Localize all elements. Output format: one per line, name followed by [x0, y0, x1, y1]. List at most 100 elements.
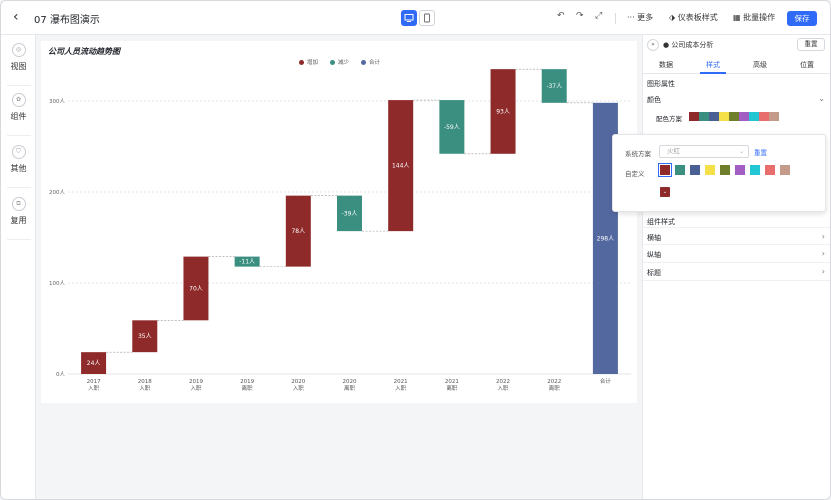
- custom-swatch-7[interactable]: [750, 165, 760, 175]
- desktop-view-button[interactable]: [401, 10, 417, 26]
- x-tick-label: 2020: [343, 379, 357, 385]
- scheme-swatch: [729, 112, 739, 121]
- undo-icon[interactable]: ↶: [557, 11, 565, 21]
- scheme-label: 配色方案: [656, 115, 682, 123]
- data-label: -59人: [444, 124, 460, 131]
- row-label: 标题: [647, 269, 661, 277]
- rail-item-view[interactable]: ◎ 视图: [1, 43, 36, 72]
- scheme-reset-link[interactable]: 重置: [754, 147, 767, 157]
- data-label: 298人: [597, 235, 614, 242]
- view-icon: ◎: [11, 43, 26, 57]
- x-tick-label: 2021: [394, 379, 408, 385]
- back-arrow-icon[interactable]: ‹: [13, 10, 27, 24]
- legend-swatch: [299, 60, 304, 65]
- desktop-icon: [404, 14, 414, 22]
- more-button[interactable]: ··· 更多: [627, 12, 653, 23]
- reuse-icon: ⧉: [11, 197, 26, 211]
- rail-item-component[interactable]: ✿ 组件: [1, 93, 36, 122]
- x-tick-sublabel: 离职: [446, 384, 458, 392]
- legend-item-decrease[interactable]: 减少: [330, 58, 349, 66]
- component-icon: ✿: [11, 93, 26, 107]
- x-tick-sublabel: 离职: [242, 384, 254, 392]
- chevron-right-icon: ›: [821, 232, 825, 241]
- custom-swatch-5[interactable]: [720, 165, 730, 175]
- y-tick-label: 100人: [49, 280, 65, 287]
- x-tick-sublabel: 入职: [293, 385, 305, 392]
- chevron-right-icon: ›: [821, 249, 825, 258]
- x-tick-sublabel: 离职: [549, 384, 561, 392]
- scheme-swatch: [709, 112, 719, 121]
- toolbar-divider: [615, 13, 616, 24]
- data-label: 24人: [87, 360, 101, 367]
- data-label: 78人: [291, 228, 305, 235]
- rail-item-label: 其他: [10, 164, 27, 173]
- panel-reset-button[interactable]: 重置: [797, 38, 825, 51]
- tab-advanced[interactable]: 高级: [740, 60, 780, 70]
- chart-widget[interactable]: 0人 100人 200人 300人 24人 2017 入职 35人 2018 入职 70人 2019 入…: [41, 41, 637, 403]
- data-label: -39人: [342, 210, 358, 217]
- custom-swatch-1[interactable]: [658, 163, 672, 177]
- property-panel: » ● 公司成本分析 重置 数据 样式 高级 位置 图形属性 颜色 ⌄ 配色方案…: [642, 35, 830, 499]
- row-x-axis[interactable]: 横轴 ›: [643, 227, 830, 245]
- save-button[interactable]: 保存: [787, 11, 817, 26]
- panel-title-text: 公司成本分析: [671, 41, 714, 49]
- x-tick-label: 2017: [87, 379, 101, 385]
- custom-swatch-3[interactable]: [690, 165, 700, 175]
- collapse-panel-icon[interactable]: »: [647, 39, 659, 51]
- data-label: 93人: [496, 108, 510, 115]
- color-scheme-preview[interactable]: [689, 112, 779, 121]
- legend-label: 减少: [338, 60, 350, 66]
- rail-item-label: 组件: [10, 112, 27, 121]
- data-label: 70人: [189, 285, 203, 292]
- x-tick-sublabel: 入职: [139, 385, 151, 392]
- x-tick-sublabel: 入职: [190, 385, 202, 392]
- legend-item-total[interactable]: 合计: [361, 58, 380, 66]
- legend-swatch: [361, 60, 366, 65]
- row-y-axis[interactable]: 纵轴 ›: [643, 245, 830, 263]
- legend-item-increase[interactable]: 增加: [299, 58, 318, 66]
- waterfall-chart: 0人100人200人300人24人2017入职35人2018入职70人2019入…: [49, 68, 631, 392]
- tab-style[interactable]: 样式: [693, 60, 733, 70]
- fullscreen-icon[interactable]: ⤢: [595, 11, 602, 21]
- custom-swatch-9[interactable]: [780, 165, 790, 175]
- x-tick-sublabel: 入职: [498, 385, 510, 392]
- page-title: 07 瀑布图演示: [34, 15, 100, 26]
- other-icon: ⛉: [11, 145, 26, 159]
- app-window: ‹ 07 瀑布图演示 ↶ ↷ ⤢ ··· 更多 ⬗ 仪表板样式 ▦ 批量操作 保…: [0, 0, 831, 500]
- system-scheme-select[interactable]: 火红 ⌄: [659, 145, 749, 158]
- system-scheme-value: 火红: [667, 147, 680, 155]
- rail-item-reuse[interactable]: ⧉ 复用: [1, 197, 36, 226]
- panel-title: ● 公司成本分析: [663, 40, 713, 50]
- custom-swatch-8[interactable]: [765, 165, 775, 175]
- x-tick-sublabel: 离职: [344, 384, 356, 392]
- row-label: 纵轴: [647, 251, 661, 259]
- rail-divider: [7, 187, 31, 188]
- chevron-down-icon: ⌄: [818, 94, 825, 103]
- custom-swatch-6[interactable]: [735, 165, 745, 175]
- legend-swatch: [330, 60, 335, 65]
- rail-item-other[interactable]: ⛉ 其他: [1, 145, 36, 174]
- tab-position[interactable]: 位置: [787, 60, 827, 70]
- mobile-view-button[interactable]: [419, 10, 435, 26]
- legend-label: 增加: [307, 60, 319, 66]
- redo-icon[interactable]: ↷: [576, 11, 584, 21]
- custom-swatch-4[interactable]: [705, 165, 715, 175]
- x-tick-label: 合计: [600, 377, 612, 385]
- scheme-swatch: [759, 112, 769, 121]
- x-tick-label: 2019: [189, 379, 203, 385]
- color-row[interactable]: 颜色 ⌄: [643, 90, 830, 108]
- x-tick-label: 2018: [138, 379, 152, 385]
- custom-swatch-2[interactable]: [675, 165, 685, 175]
- tab-data[interactable]: 数据: [646, 60, 686, 70]
- rail-item-label: 视图: [10, 62, 27, 71]
- dashboard-style-button[interactable]: ⬗ 仪表板样式: [669, 12, 718, 23]
- color-picker-toggle-icon[interactable]: ⌄: [660, 187, 670, 197]
- row-title[interactable]: 标题 ›: [643, 263, 830, 281]
- batch-operation-button[interactable]: ▦ 批量操作: [733, 12, 775, 23]
- rail-divider: [7, 135, 31, 136]
- legend-label: 合计: [369, 60, 381, 66]
- top-bar: ‹ 07 瀑布图演示 ↶ ↷ ⤢ ··· 更多 ⬗ 仪表板样式 ▦ 批量操作 保…: [1, 1, 830, 35]
- scheme-swatch: [699, 112, 709, 121]
- rail-item-label: 复用: [10, 216, 27, 225]
- left-rail: ◎ 视图 ✿ 组件 ⛉ 其他 ⧉ 复用: [1, 35, 36, 499]
